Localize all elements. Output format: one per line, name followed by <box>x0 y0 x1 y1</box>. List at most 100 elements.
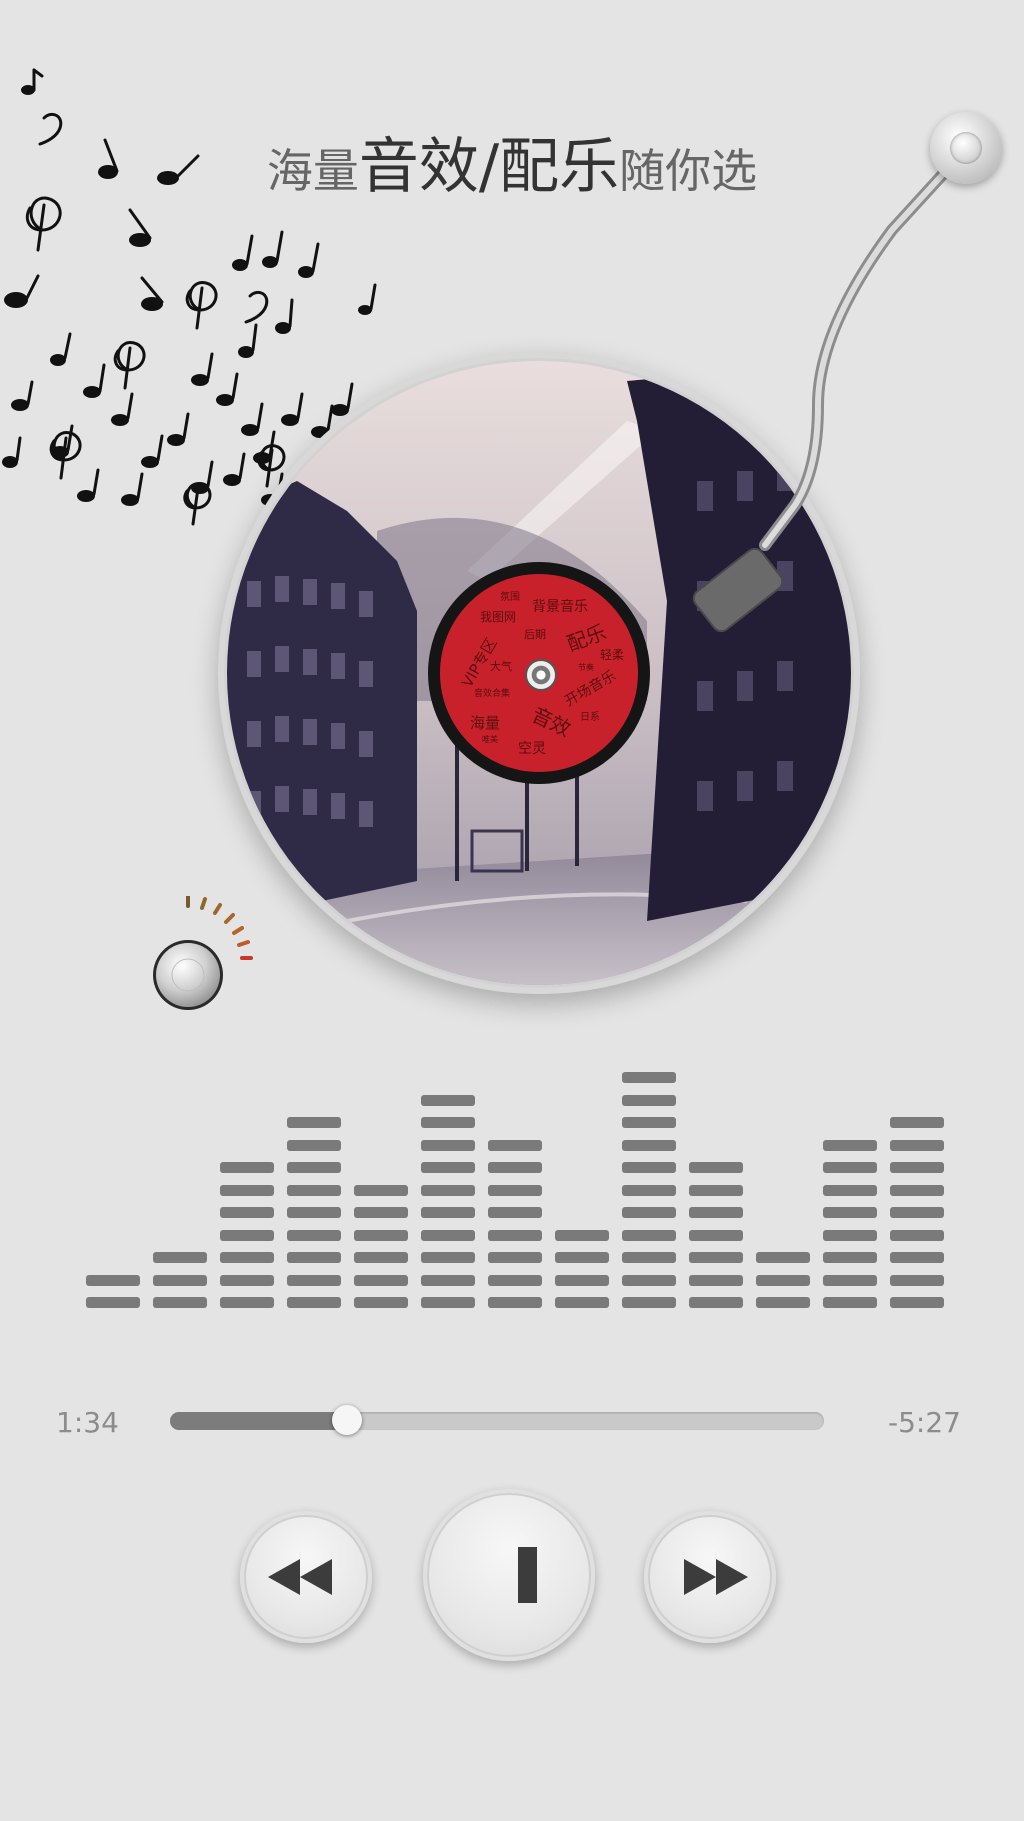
equalizer-bar <box>86 1058 140 1308</box>
equalizer-segment <box>287 1274 341 1286</box>
record-label-text: 轻柔 <box>600 648 625 662</box>
record-label-text: 空灵 <box>518 741 546 757</box>
equalizer-segment <box>220 1162 274 1173</box>
equalizer-segment <box>354 1229 408 1241</box>
equalizer-segment <box>421 1252 475 1263</box>
equalizer-segment <box>823 1184 877 1196</box>
equalizer-segment <box>823 1252 877 1263</box>
equalizer-segment <box>622 1139 676 1151</box>
equalizer-segment <box>287 1117 341 1128</box>
equalizer-segment <box>823 1139 877 1151</box>
equalizer-segment <box>488 1139 542 1151</box>
equalizer-segment <box>823 1297 877 1308</box>
equalizer-segment <box>689 1207 743 1218</box>
equalizer-segment <box>622 1094 676 1106</box>
equalizer-segment <box>689 1252 743 1263</box>
equalizer-segment <box>689 1229 743 1241</box>
equalizer-segment <box>421 1207 475 1218</box>
equalizer-segment <box>555 1297 609 1308</box>
equalizer-segment <box>756 1274 810 1286</box>
equalizer-segment <box>622 1072 676 1083</box>
equalizer-segment <box>220 1297 274 1308</box>
equalizer-segment <box>421 1094 475 1106</box>
equalizer-segment <box>622 1297 676 1308</box>
volume-knob[interactable] <box>140 896 270 1016</box>
equalizer-bar <box>555 1058 609 1308</box>
time-elapsed: 1:34 <box>56 1406 119 1439</box>
equalizer-segment <box>823 1229 877 1241</box>
equalizer-segment <box>287 1252 341 1263</box>
equalizer-segment <box>488 1297 542 1308</box>
equalizer-segment <box>421 1229 475 1241</box>
equalizer-segment <box>354 1184 408 1196</box>
equalizer-segment <box>756 1297 810 1308</box>
record-label-text: 唯美 <box>482 735 498 744</box>
equalizer-segment <box>488 1184 542 1196</box>
equalizer-bar <box>354 1058 408 1308</box>
equalizer-segment <box>689 1274 743 1286</box>
fast-forward-button[interactable] <box>644 1511 776 1643</box>
equalizer-segment <box>421 1139 475 1151</box>
equalizer-segment <box>689 1184 743 1196</box>
equalizer-bar <box>890 1058 944 1308</box>
equalizer-bar <box>689 1058 743 1308</box>
equalizer-segment <box>823 1207 877 1218</box>
equalizer-segment <box>287 1207 341 1218</box>
tonearm-pivot-cap <box>950 132 982 164</box>
play-pause-button[interactable] <box>423 1489 595 1661</box>
equalizer-segment <box>86 1297 140 1308</box>
progress-thumb[interactable] <box>331 1405 362 1435</box>
equalizer-segment <box>287 1162 341 1173</box>
equalizer-segment <box>555 1252 609 1263</box>
equalizer-segment <box>622 1184 676 1196</box>
equalizer-segment <box>421 1274 475 1286</box>
equalizer-segment <box>890 1207 944 1218</box>
rewind-button[interactable] <box>240 1511 372 1643</box>
equalizer-segment <box>622 1117 676 1128</box>
equalizer-segment <box>220 1274 274 1286</box>
equalizer-segment <box>488 1229 542 1241</box>
equalizer-segment <box>354 1207 408 1218</box>
equalizer-segment <box>622 1252 676 1263</box>
equalizer-segment <box>488 1274 542 1286</box>
equalizer-bar <box>287 1058 341 1308</box>
equalizer-segment <box>689 1162 743 1173</box>
equalizer-segment <box>890 1184 944 1196</box>
record-label: 背景音乐 我图网 VIP专区 配乐 轻柔 大气 开场音乐 海量 音效 空灵 日系… <box>440 574 638 772</box>
record-label-text: 我图网 <box>480 610 517 624</box>
equalizer-segment <box>555 1229 609 1241</box>
progress-fill <box>170 1412 347 1430</box>
equalizer-segment <box>555 1274 609 1286</box>
equalizer-segment <box>756 1252 810 1263</box>
record-label-text: 海量 <box>470 714 501 732</box>
equalizer-segment <box>287 1139 341 1151</box>
equalizer-segment <box>421 1184 475 1196</box>
progress-slider[interactable] <box>170 1405 824 1435</box>
equalizer-bar <box>153 1058 207 1308</box>
equalizer <box>86 1058 946 1308</box>
equalizer-segment <box>488 1162 542 1173</box>
equalizer-segment <box>220 1252 274 1263</box>
equalizer-segment <box>823 1274 877 1286</box>
equalizer-segment <box>354 1252 408 1263</box>
time-remaining: -5:27 <box>888 1406 961 1439</box>
equalizer-segment <box>287 1184 341 1196</box>
record-label-text: 背景音乐 <box>532 599 588 615</box>
equalizer-segment <box>890 1274 944 1286</box>
equalizer-segment <box>890 1297 944 1308</box>
tonearm-pivot <box>930 112 1002 184</box>
equalizer-segment <box>153 1252 207 1263</box>
equalizer-segment <box>287 1297 341 1308</box>
equalizer-segment <box>287 1229 341 1241</box>
equalizer-segment <box>86 1274 140 1286</box>
equalizer-bar <box>488 1058 542 1308</box>
record-label-text: 氛围 <box>500 592 520 603</box>
equalizer-bar <box>421 1058 475 1308</box>
equalizer-bar <box>622 1058 676 1308</box>
rewind-icon <box>268 1559 332 1595</box>
equalizer-bar <box>756 1058 810 1308</box>
equalizer-segment <box>890 1162 944 1173</box>
equalizer-segment <box>622 1207 676 1218</box>
equalizer-segment <box>890 1117 944 1128</box>
equalizer-segment <box>354 1274 408 1286</box>
